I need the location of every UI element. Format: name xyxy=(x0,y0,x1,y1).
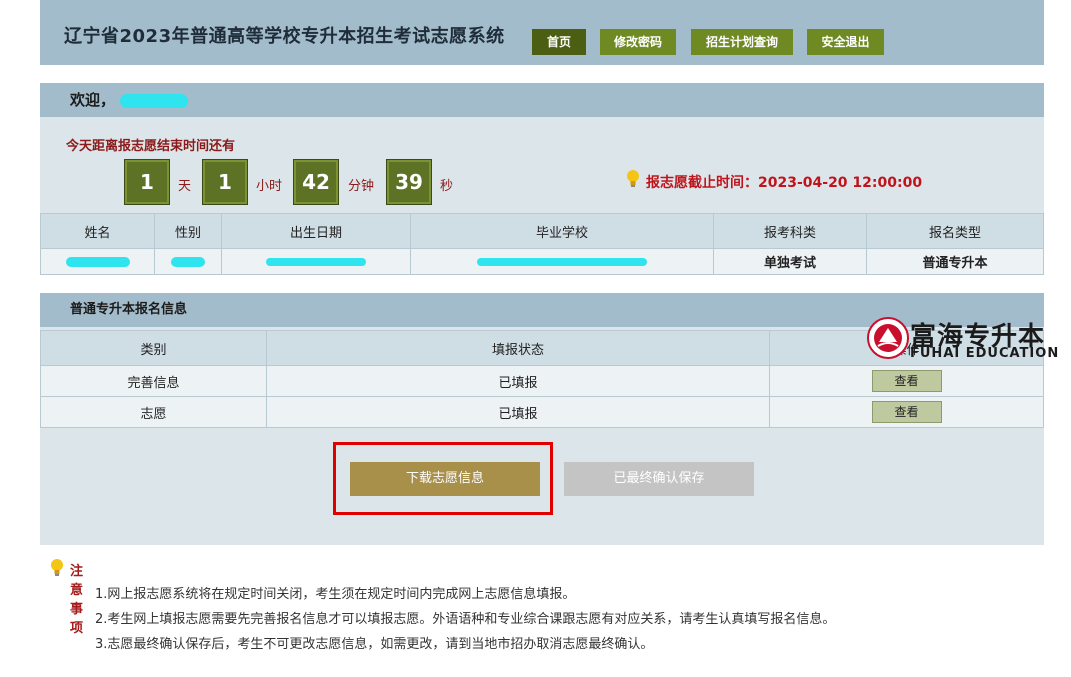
student-birthdate-cell xyxy=(221,248,411,275)
col-gender: 性别 xyxy=(154,213,222,249)
notes-title: 注意事项 xyxy=(70,564,84,636)
countdown-hours: 1 xyxy=(202,159,248,205)
highlight-box xyxy=(333,442,553,515)
table-row: 完善信息 已填报 查看 xyxy=(40,365,1044,397)
days-unit: 天 xyxy=(178,179,192,194)
fuhai-logo-icon xyxy=(867,317,909,359)
redacted-value xyxy=(171,256,205,267)
welcome-header: 欢迎， xyxy=(40,83,1044,117)
table-row: 志愿 已填报 查看 xyxy=(40,396,1044,428)
student-subject-cell: 单独考试 xyxy=(713,248,867,275)
lightbulb-icon xyxy=(51,559,63,576)
col-category: 类别 xyxy=(40,330,267,366)
table-row: 单独考试 普通专升本 xyxy=(40,248,1044,275)
col-name: 姓名 xyxy=(40,213,155,249)
action-cell: 查看 xyxy=(769,396,1044,428)
col-birthdate: 出生日期 xyxy=(221,213,411,249)
note-item: 1.网上报志愿系统将在规定时间关闭，考生须在规定时间内完成网上志愿信息填报。 xyxy=(95,587,576,602)
system-title: 辽宁省2023年普通高等学校专升本招生考试志愿系统 xyxy=(64,26,505,47)
student-table-header: 姓名 性别 出生日期 毕业学校 报考科类 报名类型 xyxy=(40,213,1044,249)
category-cell: 完善信息 xyxy=(40,365,267,397)
nav-logout-button[interactable]: 安全退出 xyxy=(807,29,884,55)
nav-home-button[interactable]: 首页 xyxy=(532,29,586,55)
welcome-greeting: 欢迎， xyxy=(70,91,116,109)
seconds-unit: 秒 xyxy=(440,179,454,194)
redacted-name xyxy=(120,93,189,108)
final-confirmed-button: 已最终确认保存 xyxy=(564,462,754,496)
redacted-value xyxy=(477,257,647,266)
col-type: 报名类型 xyxy=(866,213,1044,249)
student-info-table: 姓名 性别 出生日期 毕业学校 报考科类 报名类型 单独考试 普通专升本 xyxy=(40,213,1044,275)
welcome-panel: 欢迎， 今天距离报志愿结束时间还有 1 天 1 小时 42 分钟 39 秒 报志… xyxy=(40,83,1044,275)
status-cell: 已填报 xyxy=(266,365,770,397)
redacted-value xyxy=(266,257,366,266)
note-item: 3.志愿最终确认保存后，考生不可更改志愿信息，如需更改，请到当地市招办取消志愿最… xyxy=(95,637,654,652)
nav-change-password-button[interactable]: 修改密码 xyxy=(600,29,676,55)
nav-enrollment-plan-button[interactable]: 招生计划查询 xyxy=(691,29,793,55)
category-cell: 志愿 xyxy=(40,396,267,428)
redacted-value xyxy=(65,256,130,267)
status-cell: 已填报 xyxy=(266,396,770,428)
view-preferences-button[interactable]: 查看 xyxy=(871,401,942,423)
watermark-en: FUHAI EDUCATION xyxy=(910,346,1060,361)
student-type-cell: 普通专升本 xyxy=(866,248,1044,275)
lightbulb-icon xyxy=(627,170,639,187)
student-name-cell xyxy=(40,248,155,275)
hours-unit: 小时 xyxy=(256,179,283,194)
note-item: 2.考生网上填报志愿需要先完善报名信息才可以填报志愿。外语语种和专业综合课跟志愿… xyxy=(95,612,836,627)
col-status: 填报状态 xyxy=(266,330,770,366)
countdown-days: 1 xyxy=(124,159,170,205)
student-gender-cell xyxy=(154,248,222,275)
view-info-button[interactable]: 查看 xyxy=(871,370,942,392)
action-cell: 查看 xyxy=(769,365,1044,397)
page-header: 辽宁省2023年普通高等学校专升本招生考试志愿系统 首页 修改密码 招生计划查询… xyxy=(40,0,1044,65)
deadline-text: 报志愿截止时间：2023-04-20 12:00:00 xyxy=(646,175,923,191)
student-school-cell xyxy=(410,248,714,275)
countdown-seconds: 39 xyxy=(386,159,432,205)
minutes-unit: 分钟 xyxy=(348,179,375,194)
col-subject: 报考科类 xyxy=(713,213,867,249)
countdown-label: 今天距离报志愿结束时间还有 xyxy=(66,139,236,154)
countdown-minutes: 42 xyxy=(293,159,339,205)
watermark: 富海专升本 FUHAI EDUCATION xyxy=(866,316,1066,364)
col-school: 毕业学校 xyxy=(410,213,714,249)
